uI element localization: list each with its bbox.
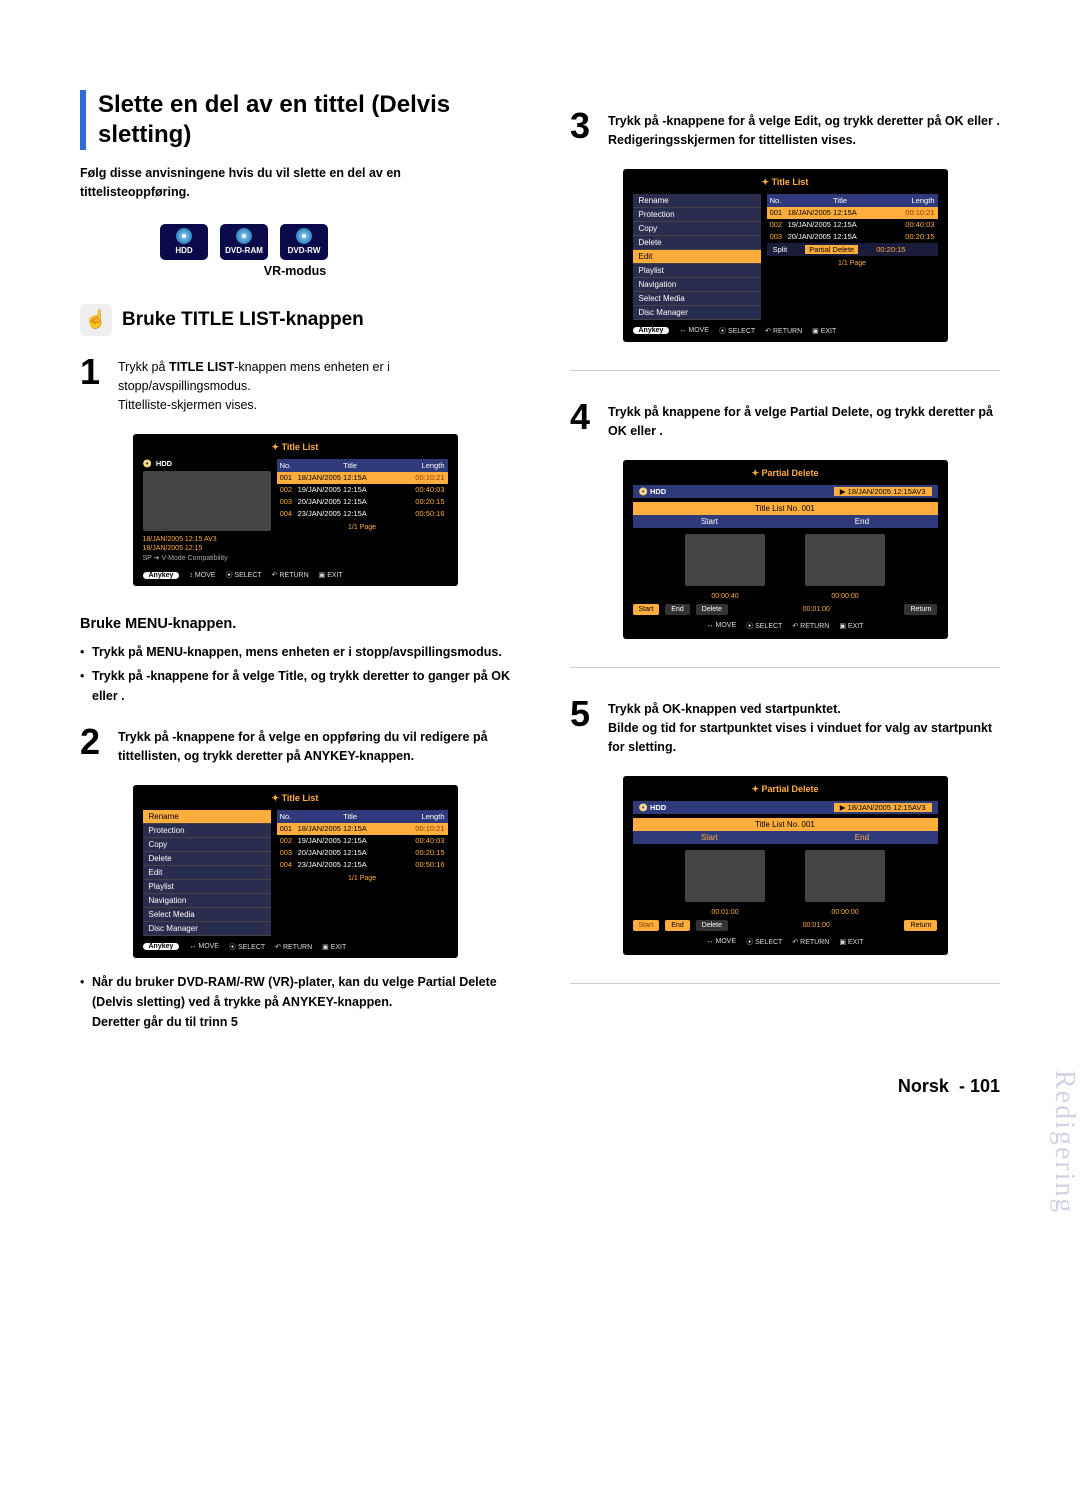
menu-heading: Bruke MENU-knappen. xyxy=(80,616,510,632)
step-number: 5 xyxy=(570,696,594,758)
menu-bullet-1: Trykk på MENU-knappen, mens enheten er i… xyxy=(80,642,510,662)
intro-text: Følg disse anvisningene hvis du vil slet… xyxy=(80,164,510,202)
step-4: 4 Trykk på knappene for å velge Partial … xyxy=(570,399,1000,442)
osd-menu-list: Rename Protection Copy Delete Edit Playl… xyxy=(143,810,271,936)
disc-icon xyxy=(236,228,252,244)
media-row: HDD DVD-RAM DVD-RW xyxy=(160,224,510,260)
media-dvdrw: DVD-RW xyxy=(280,224,328,260)
media-hdd: HDD xyxy=(160,224,208,260)
step-number: 3 xyxy=(570,108,594,151)
hand-icon: ☝ xyxy=(80,304,112,336)
page-footer: Norsk - 101 xyxy=(80,1076,1000,1097)
note-bullet: Når du bruker DVD-RAM/-RW (VR)-plater, k… xyxy=(80,972,510,1032)
media-sub: VR-modus xyxy=(80,264,510,278)
osd-thumbnail xyxy=(143,471,271,531)
subheading: Bruke TITLE LIST-knappen xyxy=(122,309,364,331)
anykey-pill: Anykey xyxy=(143,572,180,579)
step-1: 1 Trykk på TITLE LIST-knappen mens enhet… xyxy=(80,354,510,416)
step-5: 5 Trykk på OK-knappen ved startpunktet.B… xyxy=(570,696,1000,758)
step-number: 2 xyxy=(80,724,104,767)
section-title: Slette en del av en tittel (Delvis slett… xyxy=(80,90,510,150)
osd-partial-delete-1: ✦ Partial Delete 📀 HDD▶ 18/JAN/2005 12:1… xyxy=(623,460,948,639)
divider xyxy=(570,667,1000,668)
osd-anykey-menu: Title List Rename Protection Copy Delete… xyxy=(133,785,458,958)
step-3: 3 Trykk på -knappene for å velge Edit, o… xyxy=(570,108,1000,151)
step-2: 2 Trykk på -knappene for å velge en oppf… xyxy=(80,724,510,767)
divider xyxy=(570,983,1000,984)
osd-edit-submenu: Title List Rename Protection Copy Delete… xyxy=(623,169,948,342)
step-number: 1 xyxy=(80,354,104,416)
disc-icon xyxy=(176,228,192,244)
osd-partial-delete-2: ✦ Partial Delete 📀 HDD▶ 18/JAN/2005 12:1… xyxy=(623,776,948,955)
menu-bullet-2: Trykk på -knappene for å velge Title, og… xyxy=(80,666,510,706)
disc-icon xyxy=(296,228,312,244)
osd-title-list-1: Title List 📀HDD 18/JAN/2005 12:15 AV3 18… xyxy=(133,434,458,586)
media-dvdram: DVD-RAM xyxy=(220,224,268,260)
divider xyxy=(570,370,1000,371)
section-tab: Redigering xyxy=(1048,1070,1080,1214)
step-number: 4 xyxy=(570,399,594,442)
